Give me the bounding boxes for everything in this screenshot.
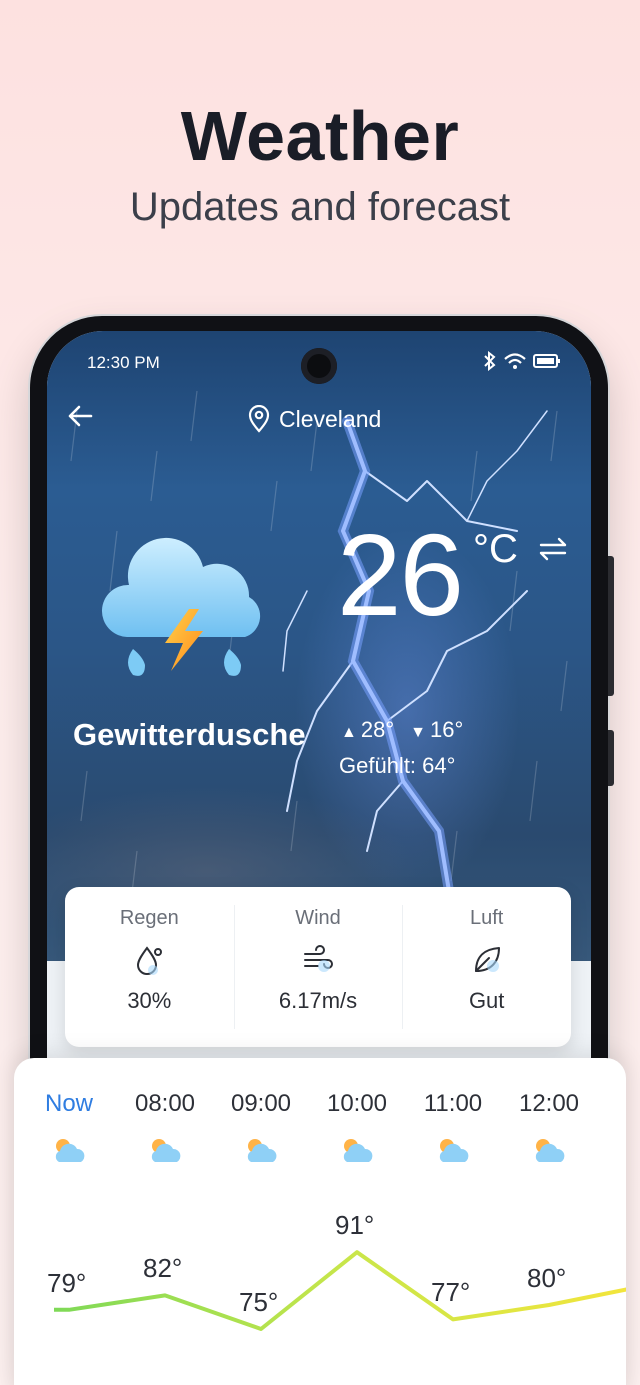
hour-time[interactable]: 10:00 [309, 1090, 405, 1118]
stat-value: 6.17m/s [278, 988, 358, 1013]
status-icons [483, 351, 561, 371]
hour-temp-label: 91° [335, 1210, 375, 1241]
hour-temp-label: 80° [527, 1263, 567, 1293]
stat-wind[interactable]: Wind 6.17m/s [233, 887, 403, 1047]
stat-label: Wind [295, 907, 341, 929]
high-temp: ▲ 28° [341, 717, 394, 743]
partly-cloudy-icon [55, 1139, 85, 1162]
bluetooth-icon [484, 351, 496, 371]
stat-value: Gut [468, 988, 505, 1013]
partly-cloudy-icon [247, 1139, 277, 1162]
partly-cloudy-icon [439, 1139, 469, 1162]
hour-time[interactable]: Now [21, 1090, 117, 1118]
hour-time[interactable]: 12:00 [501, 1090, 597, 1118]
hour-time[interactable]: 11:00 [405, 1090, 501, 1118]
low-temp: ▼ 16° [410, 717, 463, 743]
down-triangle-icon: ▼ [410, 724, 426, 741]
hour-time[interactable]: 09:00 [213, 1090, 309, 1118]
low-temp-value: 16° [429, 717, 464, 742]
location-pin-icon [248, 405, 270, 433]
current-temperature: 26 [337, 510, 464, 640]
high-temp-value: 28° [360, 717, 395, 742]
location-selector[interactable]: Cleveland [247, 405, 381, 433]
raindrop-icon [137, 946, 163, 975]
partly-cloudy-icon [151, 1139, 181, 1162]
temperature-unit[interactable]: °C [473, 527, 518, 572]
swap-units-icon[interactable] [537, 537, 569, 561]
hour-temp-label: 79° [47, 1267, 87, 1298]
wind-icon [304, 945, 333, 972]
leaf-icon [474, 947, 500, 972]
high-low: ▲ 28° ▼ 16° [341, 717, 463, 743]
battery-icon [533, 354, 560, 368]
stats-card: Regen 30% Wind 6.17m/s Luft Gut [65, 887, 571, 1047]
power-button [608, 730, 614, 786]
wifi-icon [504, 353, 526, 369]
hour-time[interactable]: 08:00 [117, 1090, 213, 1118]
front-camera [301, 348, 337, 384]
hour-temp-label: 75° [239, 1287, 279, 1317]
location-name: Cleveland [279, 405, 382, 432]
feels-like: Gefühlt: 64° [339, 753, 456, 778]
stat-label: Regen [119, 907, 179, 929]
stat-value: 30% [127, 988, 172, 1013]
thunderstorm-icon [101, 537, 261, 676]
hero-subtitle: Updates and forecast [129, 185, 511, 229]
hour-temp-label: 82° [143, 1253, 183, 1284]
hourly-forecast-card[interactable]: Now 79° 08:00 82° 09:00 75° 10:00 91° 11:00 77° 12… [14, 1058, 626, 1385]
hour-time[interactable]: 1 [597, 1090, 626, 1118]
stat-label: Luft [470, 907, 504, 929]
partly-cloudy-icon [343, 1139, 373, 1162]
hour-temp-label: 77° [431, 1277, 471, 1308]
stat-rain[interactable]: Regen 30% [65, 887, 234, 1047]
condition-text: Gewitterdusche [73, 717, 306, 752]
partly-cloudy-icon [535, 1139, 565, 1162]
hero-title: Weather [180, 97, 460, 175]
stat-air[interactable]: Luft Gut [402, 887, 571, 1047]
up-triangle-icon: ▲ [341, 724, 357, 741]
back-arrow-icon[interactable] [65, 401, 95, 431]
status-time: 12:30 PM [87, 353, 160, 372]
volume-button [608, 556, 614, 696]
